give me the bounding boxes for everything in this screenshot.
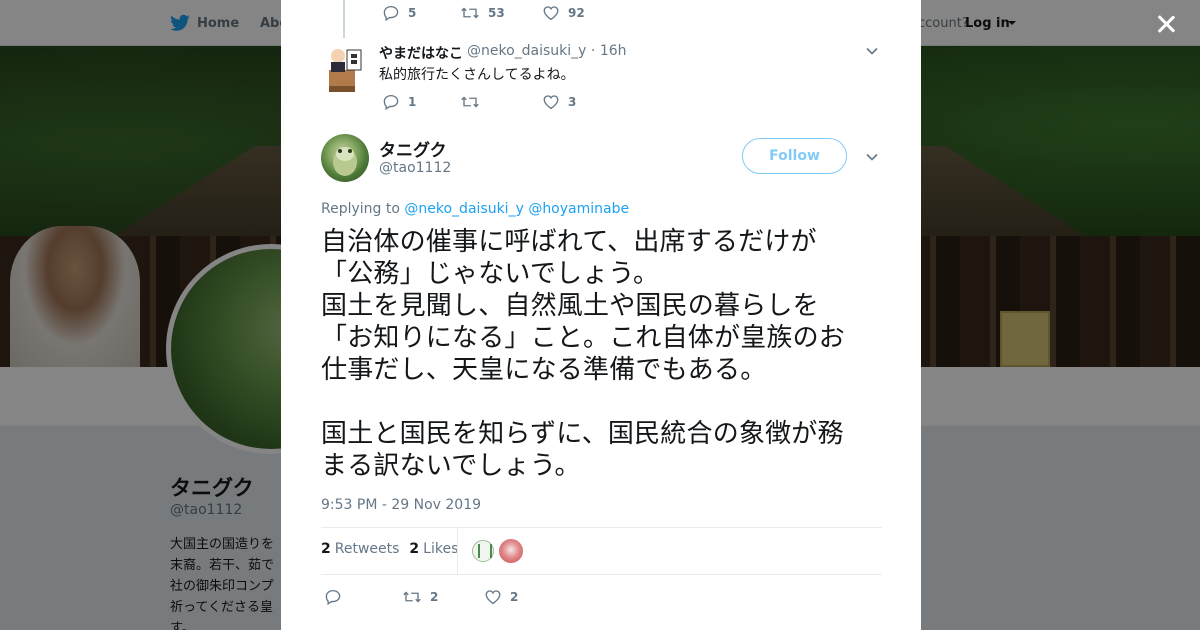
tweet-text-line: 仕事だし、天皇になる準備でもある。 [321,355,767,385]
reply-author-name[interactable]: やまだはなこ [379,43,463,63]
reply-time[interactable]: 16h [600,43,627,59]
retweet-action[interactable]: 53 [460,4,542,22]
tweet-text-line: まる訳ないでしょう。 [321,451,581,481]
divider [321,527,882,528]
like-count: 2 [510,590,519,604]
replying-to: Replying to @neko_daisuki_y @hoyaminabe [321,201,629,217]
close-icon[interactable] [1154,12,1178,36]
reply-count: 5 [408,6,417,20]
retweet-action[interactable] [460,93,542,111]
prev-tweet-actions: 5 53 92 [382,4,585,22]
main-tweet-author-handle[interactable]: @tao1112 [379,160,451,176]
reply-action[interactable]: 5 [382,4,460,22]
like-icon[interactable] [542,93,560,111]
thread-line [343,0,345,38]
mention-link[interactable]: @hoyaminabe [528,201,629,217]
retweet-icon[interactable] [460,93,480,111]
main-tweet-avatar[interactable] [321,134,369,182]
tweet-modal: 5 53 92 やまだはなこ @neko_daisuki_y · 16h 私的旅… [281,0,921,630]
retweet-icon[interactable] [402,588,422,606]
retweet-icon[interactable] [460,4,480,22]
retweet-action[interactable]: 2 [402,588,484,606]
reply-icon[interactable] [324,588,342,606]
like-count: 3 [568,95,577,109]
reply-count: 1 [408,95,417,109]
retweets-stat[interactable]: 2 Retweets [321,541,399,557]
reply-tweet-actions: 1 3 [382,93,576,111]
tweet-text-line: 国土を見聞し、自然風土や国民の暮らしを [321,291,819,321]
like-icon[interactable] [542,4,560,22]
meta-separator: · [590,43,596,59]
reply-avatar[interactable] [325,42,365,94]
frog-avatar-image [333,147,357,176]
main-tweet-author-name[interactable]: タニグク [379,136,447,161]
reply-action[interactable]: 1 [382,93,460,111]
main-tweet-text: 自治体の催事に呼ばれて、出席するだけが 「公務」じゃないでしょう。 国土を見聞し… [321,226,886,482]
liker-avatar[interactable] [499,539,523,563]
tweet-text-line: 「公務」じゃないでしょう。 [321,259,660,289]
divider [321,574,882,575]
mention-link[interactable]: @neko_daisuki_y [404,201,523,217]
retweets-stat-count: 2 [321,541,331,557]
tweet-text-line: 「お知りになる」こと。これ自体が皇族のお [321,323,846,353]
like-count: 92 [568,6,585,20]
likes-stat-label: Likes [423,541,459,557]
tweet-text-line [321,386,886,418]
retweets-stat-label: Retweets [334,541,400,557]
like-action[interactable]: 2 [484,588,518,606]
tweet-text-line: 自治体の催事に呼ばれて、出席するだけが [321,227,817,257]
stats-separator [457,528,458,574]
likes-stat[interactable]: 2 Likes [409,541,458,557]
main-tweet-actions: 2 2 [324,588,518,606]
tweet-stats: 2 Retweets 2 Likes [321,541,468,557]
reply-action[interactable] [324,588,402,606]
tweet-text-line: 国土と国民を知らずに、国民統合の象徴が務 [321,419,844,449]
follow-button[interactable]: Follow [742,138,847,174]
chevron-down-icon[interactable] [866,47,878,55]
liker-avatar[interactable] [472,540,494,562]
reply-meta: @neko_daisuki_y · 16h [467,43,627,59]
replying-to-label: Replying to [321,201,400,217]
tweet-timestamp[interactable]: 9:53 PM - 29 Nov 2019 [321,497,481,513]
reply-icon[interactable] [382,93,400,111]
reply-author-handle[interactable]: @neko_daisuki_y [467,43,586,59]
like-icon[interactable] [484,588,502,606]
retweet-count: 2 [430,590,439,604]
likes-stat-count: 2 [409,541,420,557]
reply-icon[interactable] [382,4,400,22]
like-action[interactable]: 92 [542,4,585,22]
chevron-down-icon[interactable] [866,153,878,161]
reply-text: 私的旅行たくさんしてるよね。 [379,67,575,83]
retweet-count: 53 [488,6,505,20]
like-action[interactable]: 3 [542,93,576,111]
